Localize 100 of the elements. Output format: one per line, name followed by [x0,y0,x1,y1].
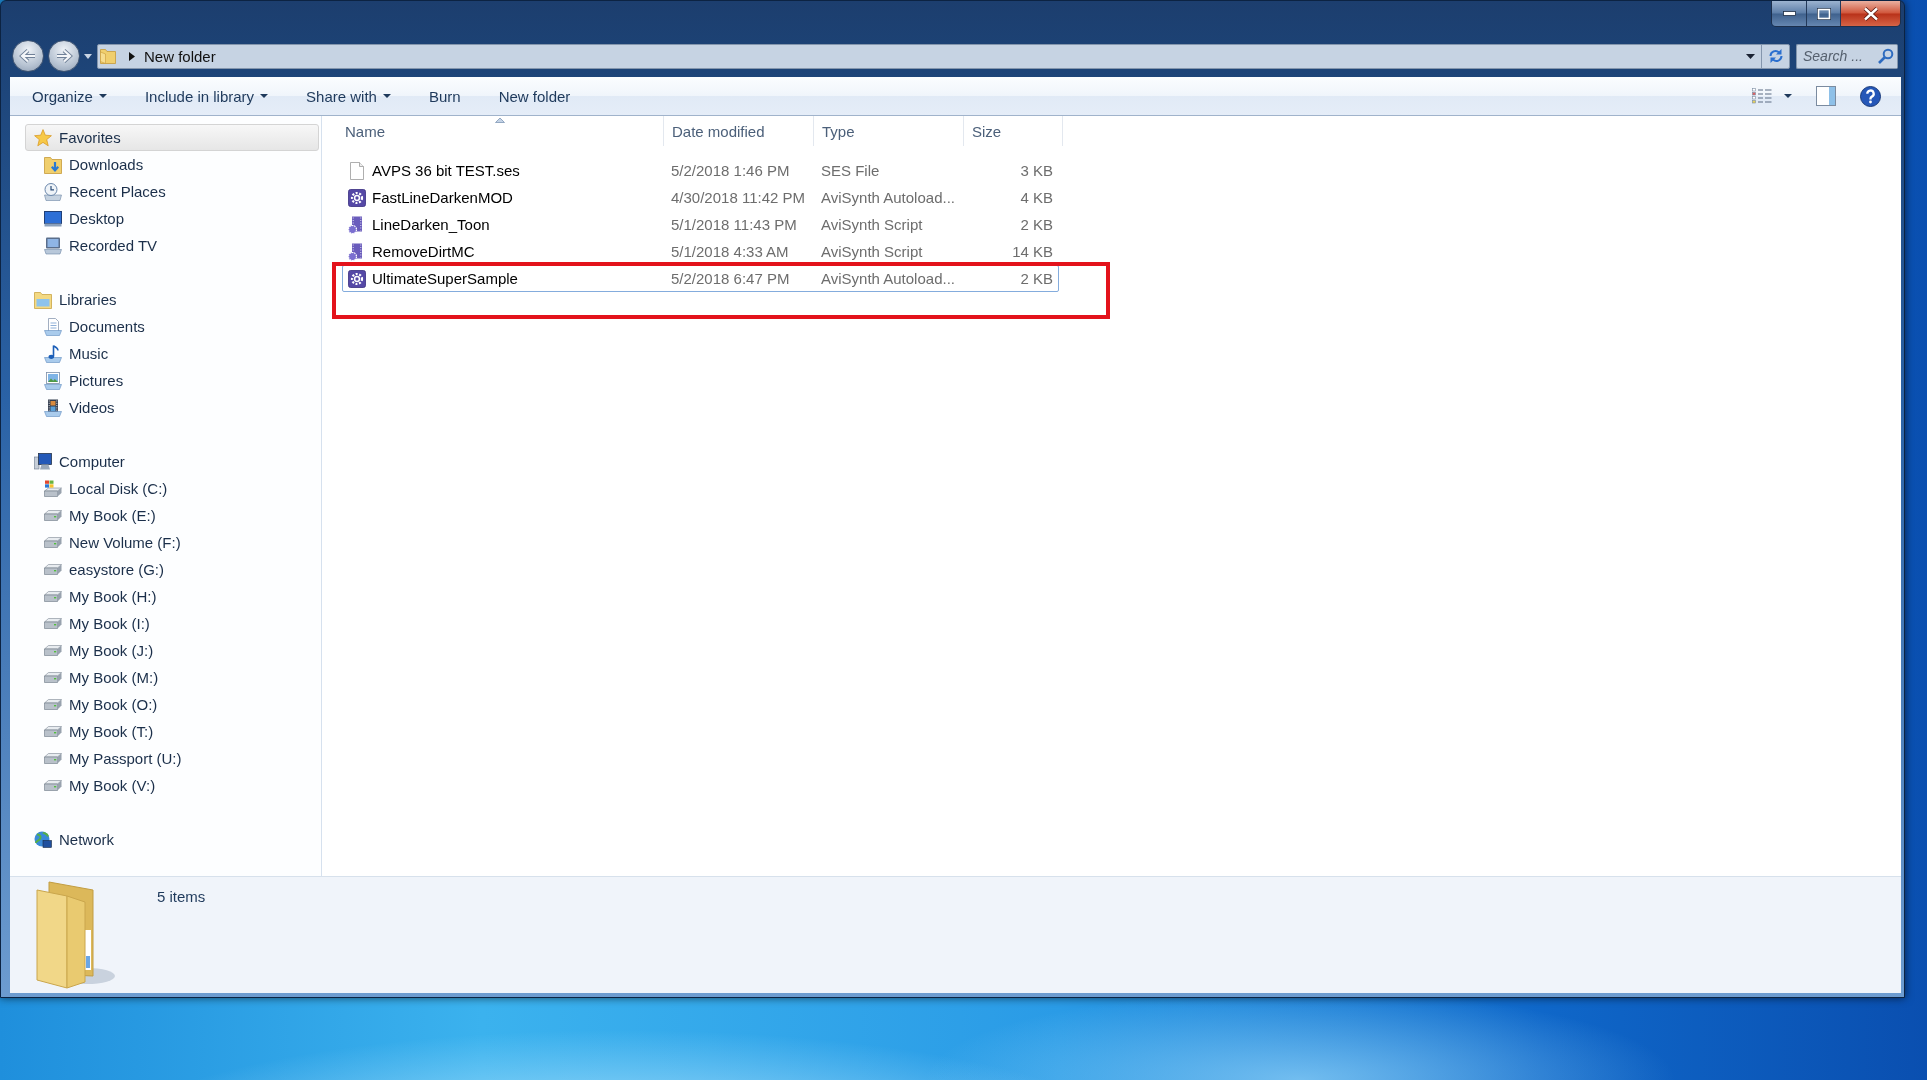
nav-item[interactable]: My Book (I:) [25,610,319,637]
film-icon [44,398,62,417]
file-row[interactable]: UltimateSuperSample 5/2/2018 6:47 PM AviSynth Autoload... 2 KB [342,265,1059,292]
gear-tile-icon [348,269,366,288]
drive-icon [44,591,62,602]
drive-icon [44,537,62,548]
nav-item[interactable]: My Book (J:) [25,637,319,664]
file-name: RemoveDirtMC [372,243,475,260]
computer-icon [34,452,52,471]
minimize-icon [1782,11,1796,16]
maximize-icon [1816,7,1831,20]
item-count: 5 items [157,888,206,905]
caret-icon[interactable] [84,53,92,59]
nav-item[interactable]: Videos [25,394,319,421]
library-folder-icon [34,290,52,309]
nav-item[interactable]: Local Disk (C:) [25,475,319,502]
back-arrow-icon [19,48,37,64]
folder-download-icon [44,155,62,174]
nav-item[interactable]: My Book (T:) [25,718,319,745]
date-modified: 4/30/2018 11:42 PM [671,189,805,206]
date-modified: 5/2/2018 6:47 PM [671,270,790,287]
music-note-icon [44,344,62,363]
laptop-icon [44,236,62,255]
system-drive-icon [44,479,62,498]
close-button[interactable] [1841,1,1900,26]
nav-item[interactable]: Computer [25,448,319,475]
details-view-icon [1752,88,1772,104]
drive-icon [44,726,62,737]
file-row[interactable]: AVPS 36 bit TEST.ses 5/2/2018 1:46 PM SES File 3 KB [342,157,1059,184]
toolbar-button[interactable]: Include in library [133,81,280,111]
drive-icon [44,672,62,683]
drive-icon [44,618,62,629]
nav-item[interactable]: Recent Places [25,178,319,205]
preview-pane-icon [1816,86,1836,106]
nav-item[interactable]: New Volume (F:) [25,529,319,556]
breadcrumb[interactable]: New folder [144,47,216,65]
back-button[interactable] [12,40,44,72]
file-size: 2 KB [1020,216,1053,233]
file-type: SES File [821,162,880,179]
close-icon [1862,6,1879,21]
caret-icon[interactable] [1746,53,1755,59]
nav-item[interactable]: My Passport (U:) [25,745,319,772]
column-header[interactable]: Size [964,116,1063,146]
blank-file-icon [348,161,366,180]
toolbar-button[interactable]: Burn [417,81,472,111]
date-modified: 5/1/2018 11:43 PM [671,216,797,233]
file-name: UltimateSuperSample [372,270,518,287]
date-modified: 5/1/2018 4:33 AM [671,243,789,260]
nav-item[interactable]: Recorded TV [25,232,319,259]
nav-item[interactable]: Network [25,826,319,853]
file-type: AviSynth Script [821,243,923,260]
breadcrumb-arrow-icon[interactable] [129,51,135,61]
drive-icon [44,564,62,575]
nav-item[interactable]: Desktop [25,205,319,232]
file-row[interactable]: FastLineDarkenMOD 4/30/2018 11:42 PM AviSynth Autoload... 4 KB [342,184,1059,211]
nav-item[interactable]: Libraries [25,286,319,313]
document-icon [44,317,62,336]
drive-icon [44,645,62,656]
forward-button[interactable] [48,40,80,72]
file-size: 14 KB [1012,243,1053,260]
gear-tile-icon [348,188,366,207]
address-bar[interactable]: New folder [97,43,1790,69]
file-size: 4 KB [1020,189,1053,206]
file-name: FastLineDarkenMOD [372,189,513,206]
globe-monitor-icon [34,830,52,849]
column-header[interactable]: Name [336,116,664,146]
star-icon [34,128,52,147]
date-modified: 5/2/2018 1:46 PM [671,162,790,179]
drive-icon [44,780,62,791]
nav-item[interactable]: Documents [25,313,319,340]
file-name: LineDarken_Toon [372,216,490,233]
nav-item[interactable]: Favorites [25,124,319,151]
nav-item[interactable]: Downloads [25,151,319,178]
nav-item[interactable]: easystore (G:) [25,556,319,583]
refresh-icon [1767,48,1784,64]
drive-icon [44,510,62,521]
folder-icon [35,880,117,990]
file-size: 2 KB [1020,270,1053,287]
file-type: AviSynth Autoload... [821,270,955,287]
nav-item[interactable]: My Book (O:) [25,691,319,718]
nav-item[interactable]: Pictures [25,367,319,394]
nav-item[interactable]: My Book (H:) [25,583,319,610]
file-row[interactable]: RemoveDirtMC 5/1/2018 4:33 AM AviSynth Script 14 KB [342,238,1059,265]
column-header[interactable]: Type [814,116,964,146]
toolbar-button[interactable]: New folder [487,81,582,111]
file-row[interactable]: LineDarken_Toon 5/1/2018 11:43 PM AviSynth Script 2 KB [342,211,1059,238]
nav-item[interactable]: Music [25,340,319,367]
nav-item[interactable]: My Book (M:) [25,664,319,691]
nav-item[interactable]: My Book (E:) [25,502,319,529]
toolbar-button[interactable]: Organize [21,81,118,111]
picture-icon [44,371,62,390]
nav-item[interactable]: My Book (V:) [25,772,319,799]
file-type: AviSynth Autoload... [821,189,955,206]
column-header[interactable]: Date modified [664,116,814,146]
file-name: AVPS 36 bit TEST.ses [372,162,520,179]
sort-arrow-icon [494,117,505,123]
maximize-button[interactable] [1807,1,1841,26]
toolbar-button[interactable]: Share with [295,81,402,111]
drive-icon [44,699,62,710]
minimize-button[interactable] [1772,1,1807,26]
